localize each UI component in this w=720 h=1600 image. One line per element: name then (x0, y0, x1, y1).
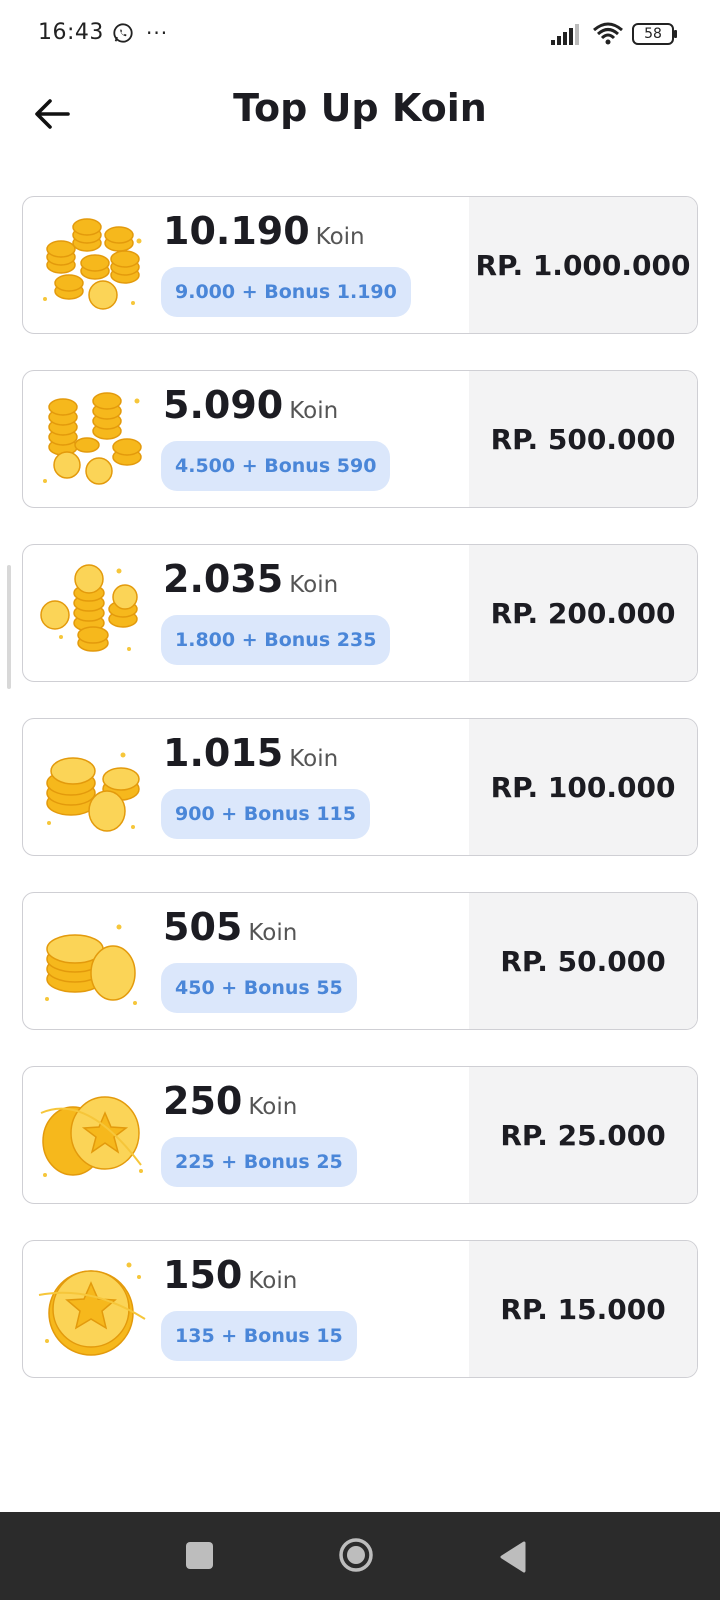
coin-package-card[interactable]: 5.090 Koin 4.500 + Bonus 590 RP. 500.000 (22, 370, 698, 508)
coin-stack-icon (46, 752, 140, 832)
system-nav-bar (0, 1512, 720, 1600)
coin-amount-row: 150 Koin (163, 1253, 297, 1297)
coin-package-card[interactable]: 505 Koin 450 + Bonus 55 RP. 50.000 (22, 892, 698, 1030)
price-box: RP. 100.000 (469, 719, 697, 855)
coin-amount-row: 10.190 Koin (163, 209, 365, 253)
coin-amount: 5.090 (163, 383, 284, 427)
coin-amount: 10.190 (163, 209, 310, 253)
coin-amount-row: 5.090 Koin (163, 383, 338, 427)
price-label: RP. 25.000 (500, 1118, 666, 1152)
coin-amount-row: 1.015 Koin (163, 731, 338, 775)
coin-stacks-icon (43, 392, 142, 485)
price-box: RP. 500.000 (469, 371, 697, 507)
price-label: RP. 1.000.000 (475, 248, 691, 282)
coin-pile-large-icon (43, 218, 142, 310)
coin-unit: Koin (289, 572, 339, 598)
price-box: RP. 1.000.000 (469, 197, 697, 333)
whatsapp-icon (113, 23, 133, 43)
battery-level: 58 (644, 26, 662, 42)
coin-amount-row: 250 Koin (163, 1079, 297, 1123)
coin-unit: Koin (248, 920, 298, 946)
price-box: RP. 50.000 (469, 893, 697, 1029)
back-triangle-icon[interactable] (498, 1540, 528, 1574)
coin-amount: 505 (163, 905, 243, 949)
coin-package-card[interactable]: 1.015 Koin 900 + Bonus 115 RP. 100.000 (22, 718, 698, 856)
scroll-indicator[interactable] (7, 565, 11, 689)
two-coins-icon (40, 1096, 143, 1177)
coin-package-card[interactable]: 10.190 Koin 9.000 + Bonus 1.190 RP. 1.000… (22, 196, 698, 334)
coin-unit: Koin (248, 1268, 298, 1294)
coin-stack-icon (45, 924, 137, 1005)
coin-package-card[interactable]: 250 Koin 225 + Bonus 25 RP. 25.000 (22, 1066, 698, 1204)
coin-amount-row: 2.035 Koin (163, 557, 338, 601)
bonus-badge: 225 + Bonus 25 (161, 1137, 357, 1187)
price-label: RP. 15.000 (500, 1292, 666, 1326)
price-box: RP. 15.000 (469, 1241, 697, 1377)
coin-stacks-icon (40, 564, 138, 652)
bonus-badge: 9.000 + Bonus 1.190 (161, 267, 411, 317)
price-label: RP. 100.000 (490, 770, 676, 804)
status-time: 16:43 (38, 20, 104, 45)
bonus-badge: 4.500 + Bonus 590 (161, 441, 391, 491)
coin-unit: Koin (248, 1094, 298, 1120)
single-coin-icon (38, 1262, 146, 1356)
coin-package-card[interactable]: 150 Koin 135 + Bonus 15 RP. 15.000 (22, 1240, 698, 1378)
coin-amount-row: 505 Koin (163, 905, 297, 949)
coin-unit: Koin (315, 224, 365, 250)
price-label: RP. 200.000 (490, 596, 676, 630)
price-box: RP. 200.000 (469, 545, 697, 681)
coin-package-card[interactable]: 2.035 Koin 1.800 + Bonus 235 RP. 200.000 (22, 544, 698, 682)
bonus-badge: 450 + Bonus 55 (161, 963, 357, 1013)
coin-amount: 250 (163, 1079, 243, 1123)
page-title: Top Up Koin (233, 86, 487, 130)
more-dots-icon: ··· (146, 21, 169, 45)
coin-amount: 150 (163, 1253, 243, 1297)
coin-unit: Koin (289, 398, 339, 424)
coin-unit: Koin (289, 746, 339, 772)
bonus-badge: 900 + Bonus 115 (161, 789, 370, 839)
coin-amount: 1.015 (163, 731, 284, 775)
bonus-badge: 135 + Bonus 15 (161, 1311, 357, 1361)
status-bar: 16:43 ··· 58 (0, 0, 720, 66)
price-box: RP. 25.000 (469, 1067, 697, 1203)
home-circle-icon[interactable] (338, 1537, 374, 1573)
recents-square-icon[interactable] (186, 1542, 213, 1569)
price-label: RP. 500.000 (490, 422, 676, 456)
coin-amount: 2.035 (163, 557, 284, 601)
bonus-badge: 1.800 + Bonus 235 (161, 615, 391, 665)
wifi-icon (593, 22, 623, 45)
price-label: RP. 50.000 (500, 944, 666, 978)
signal-icon (551, 24, 579, 45)
